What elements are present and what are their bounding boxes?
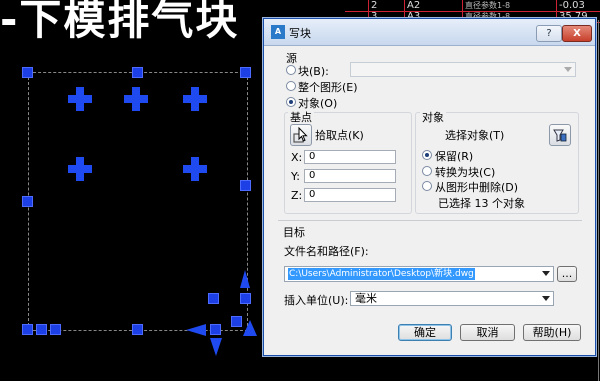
arrow-up-icon bbox=[243, 320, 257, 336]
grip-handle[interactable] bbox=[36, 324, 47, 335]
base-y-input[interactable]: 0 bbox=[304, 169, 396, 183]
drawing-border-line bbox=[598, 20, 599, 381]
grip-handle[interactable] bbox=[240, 67, 251, 78]
source-entire-drawing-radio[interactable] bbox=[286, 81, 296, 91]
source-objects-radio[interactable] bbox=[286, 97, 296, 107]
filename-label: 文件名和路径(F): bbox=[284, 245, 369, 258]
x-label: X: bbox=[291, 151, 303, 164]
close-button[interactable]: X bbox=[562, 25, 592, 42]
dialog-title: 写块 bbox=[289, 27, 311, 40]
source-block-label: 块(B): bbox=[298, 65, 329, 78]
grip-handle[interactable] bbox=[50, 324, 61, 335]
insert-units-label: 插入单位(U): bbox=[284, 294, 349, 307]
retain-label: 保留(R) bbox=[435, 150, 474, 163]
select-objects-label: 选择对象(T) bbox=[445, 129, 505, 142]
drawing-heading-text: -下模排气块 bbox=[0, 0, 240, 44]
y-label: Y: bbox=[291, 170, 300, 183]
autocad-app-icon: A bbox=[271, 25, 285, 39]
grip-handle[interactable] bbox=[231, 316, 242, 327]
help-button[interactable]: ? bbox=[536, 25, 562, 42]
pick-point-icon bbox=[293, 126, 308, 143]
selected-plus-marker bbox=[68, 157, 92, 181]
grip-handle[interactable] bbox=[132, 67, 143, 78]
base-z-input[interactable]: 0 bbox=[304, 188, 396, 202]
grip-handle[interactable] bbox=[22, 67, 33, 78]
source-entire-drawing-label: 整个图形(E) bbox=[298, 81, 358, 94]
write-block-dialog: A 写块 ? X 源 块(B): 整个图形(E) 对象(O) 基点 拾取点(K)… bbox=[263, 18, 596, 356]
destination-label: 目标 bbox=[283, 226, 305, 239]
help-dialog-button[interactable]: 帮助(H) bbox=[523, 324, 581, 341]
ok-button[interactable]: 确定 bbox=[398, 324, 452, 341]
filename-value: C:\Users\Administrator\Desktop\新块.dwg bbox=[288, 268, 475, 280]
grip-handle[interactable] bbox=[132, 324, 143, 335]
pick-point-label: 拾取点(K) bbox=[315, 129, 364, 142]
insert-units-value: 毫米 bbox=[355, 292, 377, 305]
convert-to-block-label: 转换为块(C) bbox=[435, 166, 496, 179]
arrow-left-icon bbox=[186, 324, 206, 336]
quick-select-icon bbox=[553, 129, 567, 142]
selected-plus-marker bbox=[183, 87, 207, 111]
dialog-title-bar[interactable]: A 写块 ? X bbox=[264, 19, 595, 46]
grip-handle[interactable] bbox=[22, 324, 33, 335]
arrow-up-icon bbox=[240, 270, 250, 288]
chevron-down-icon bbox=[542, 271, 550, 276]
objects-label: 对象 bbox=[420, 109, 446, 125]
base-point-label: 基点 bbox=[288, 109, 314, 125]
grip-handle[interactable] bbox=[208, 293, 219, 304]
grip-handle[interactable] bbox=[22, 196, 33, 207]
source-block-radio[interactable] bbox=[286, 65, 296, 75]
delete-from-drawing-radio[interactable] bbox=[422, 181, 432, 191]
insert-units-select[interactable]: 毫米 bbox=[350, 291, 554, 306]
retain-radio[interactable] bbox=[422, 150, 432, 160]
selected-plus-marker bbox=[124, 87, 148, 111]
selected-plus-marker bbox=[183, 157, 207, 181]
source-section-label: 源 bbox=[286, 52, 297, 65]
browse-button[interactable]: ... bbox=[557, 266, 577, 282]
selected-plus-marker bbox=[68, 87, 92, 111]
grip-handle[interactable] bbox=[240, 293, 251, 304]
arrow-down-icon bbox=[210, 338, 222, 356]
select-objects-button[interactable] bbox=[549, 124, 571, 146]
chevron-down-icon bbox=[564, 67, 572, 72]
base-x-input[interactable]: 0 bbox=[304, 150, 396, 164]
cancel-button[interactable]: 取消 bbox=[460, 324, 515, 341]
selected-count-status: 已选择 13 个对象 bbox=[438, 197, 525, 210]
convert-to-block-radio[interactable] bbox=[422, 166, 432, 176]
delete-from-drawing-label: 从图形中删除(D) bbox=[435, 181, 519, 194]
filename-combobox[interactable]: C:\Users\Administrator\Desktop\新块.dwg bbox=[284, 266, 554, 282]
block-name-select[interactable] bbox=[350, 62, 576, 77]
pick-point-button[interactable] bbox=[290, 124, 312, 146]
chevron-down-icon bbox=[542, 296, 550, 301]
divider bbox=[278, 220, 582, 221]
z-label: Z: bbox=[291, 189, 303, 202]
grip-handle[interactable] bbox=[240, 180, 251, 191]
grip-handle[interactable] bbox=[210, 324, 221, 335]
